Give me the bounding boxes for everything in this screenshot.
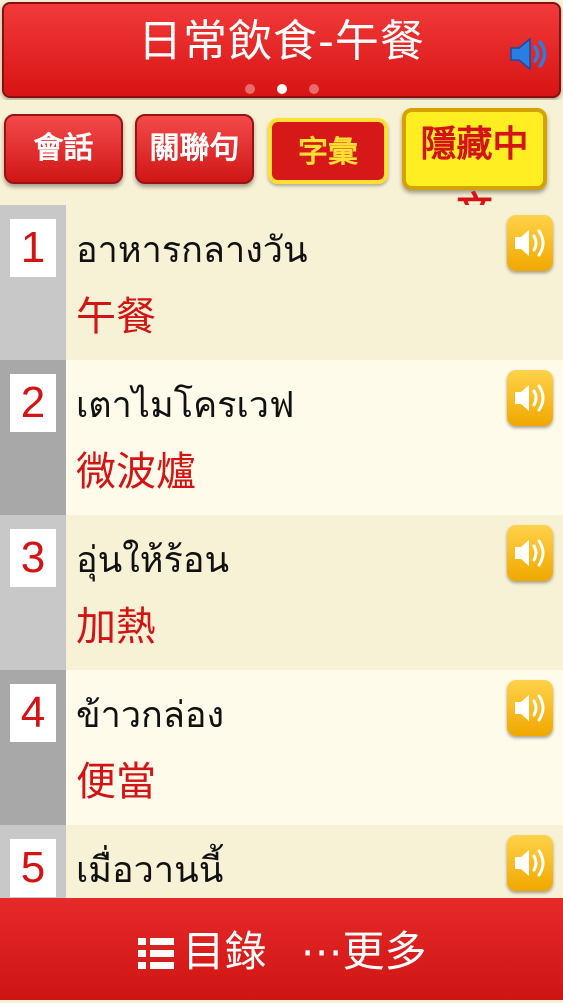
play-audio-icon[interactable] bbox=[507, 680, 553, 736]
bottom-toolbar: 目錄 ⋯更多 bbox=[0, 898, 563, 1000]
tab-related-sentences[interactable]: 關聯句 bbox=[135, 114, 254, 184]
hide-chinese-button[interactable]: 隱藏中文 bbox=[402, 108, 547, 231]
chinese-word: 微波爐 bbox=[76, 449, 196, 495]
item-body: เตาไมโครเวฟ 微波爐 bbox=[66, 360, 563, 515]
vocabulary-list: 1 อาหารกลางวัน 午餐 2 เตาไมโครเวฟ 微波爐 3 อุ… bbox=[0, 205, 563, 898]
list-item[interactable]: 4 ข้าวกล่อง 便當 bbox=[0, 670, 563, 825]
item-body: อาหารกลางวัน 午餐 bbox=[66, 205, 563, 360]
more-button[interactable]: ⋯更多 bbox=[301, 901, 427, 1003]
list-item[interactable]: 2 เตาไมโครเวฟ 微波爐 bbox=[0, 360, 563, 515]
item-number: 5 bbox=[10, 839, 56, 897]
chinese-word: 午餐 bbox=[76, 294, 156, 340]
lesson-title: 日常飲食-午餐 bbox=[138, 16, 425, 67]
page-dot bbox=[308, 84, 319, 94]
row-index-bar: 3 bbox=[0, 515, 66, 670]
tab-conversation[interactable]: 會話 bbox=[4, 114, 123, 184]
chinese-word: 便當 bbox=[76, 759, 156, 805]
play-audio-icon[interactable] bbox=[507, 370, 553, 426]
play-audio-icon[interactable] bbox=[507, 215, 553, 271]
item-number: 4 bbox=[10, 684, 56, 742]
item-body: เมื่อวานนี้ bbox=[66, 825, 563, 898]
item-number: 2 bbox=[10, 374, 56, 432]
item-number: 3 bbox=[10, 529, 56, 587]
list-item[interactable]: 5 เมื่อวานนี้ bbox=[0, 825, 563, 898]
item-body: อุ่นให้ร้อน 加熱 bbox=[66, 515, 563, 670]
row-index-bar: 4 bbox=[0, 670, 66, 825]
page-dot bbox=[244, 84, 255, 94]
thai-word: อาหารกลางวัน bbox=[76, 230, 308, 271]
list-item[interactable]: 1 อาหารกลางวัน 午餐 bbox=[0, 205, 563, 360]
thai-word: เมื่อวานนี้ bbox=[76, 850, 224, 891]
page-dot-active bbox=[276, 84, 287, 94]
thai-word: ข้าวกล่อง bbox=[76, 695, 225, 736]
thai-word: เตาไมโครเวฟ bbox=[76, 385, 295, 426]
menu-label: 目錄 bbox=[182, 926, 267, 976]
list-icon bbox=[138, 938, 175, 969]
menu-button[interactable]: 目錄 bbox=[136, 901, 267, 1003]
thai-word: อุ่นให้ร้อน bbox=[76, 540, 230, 581]
item-body: ข้าวกล่อง 便當 bbox=[66, 670, 563, 825]
play-audio-icon[interactable] bbox=[507, 835, 553, 891]
row-index-bar: 2 bbox=[0, 360, 66, 515]
chinese-word: 加熱 bbox=[76, 604, 156, 650]
list-item[interactable]: 3 อุ่นให้ร้อน 加熱 bbox=[0, 515, 563, 670]
page-indicator bbox=[4, 84, 559, 94]
play-audio-icon[interactable] bbox=[507, 525, 553, 581]
item-number: 1 bbox=[10, 219, 56, 277]
tab-bar: 會話 關聯句 字彙 隱藏中文 bbox=[0, 100, 563, 231]
tab-vocabulary[interactable]: 字彙 bbox=[268, 118, 388, 184]
row-index-bar: 1 bbox=[0, 205, 66, 360]
speaker-icon[interactable] bbox=[507, 32, 551, 76]
title-bar: 日常飲食-午餐 bbox=[2, 2, 561, 98]
row-index-bar: 5 bbox=[0, 825, 66, 898]
